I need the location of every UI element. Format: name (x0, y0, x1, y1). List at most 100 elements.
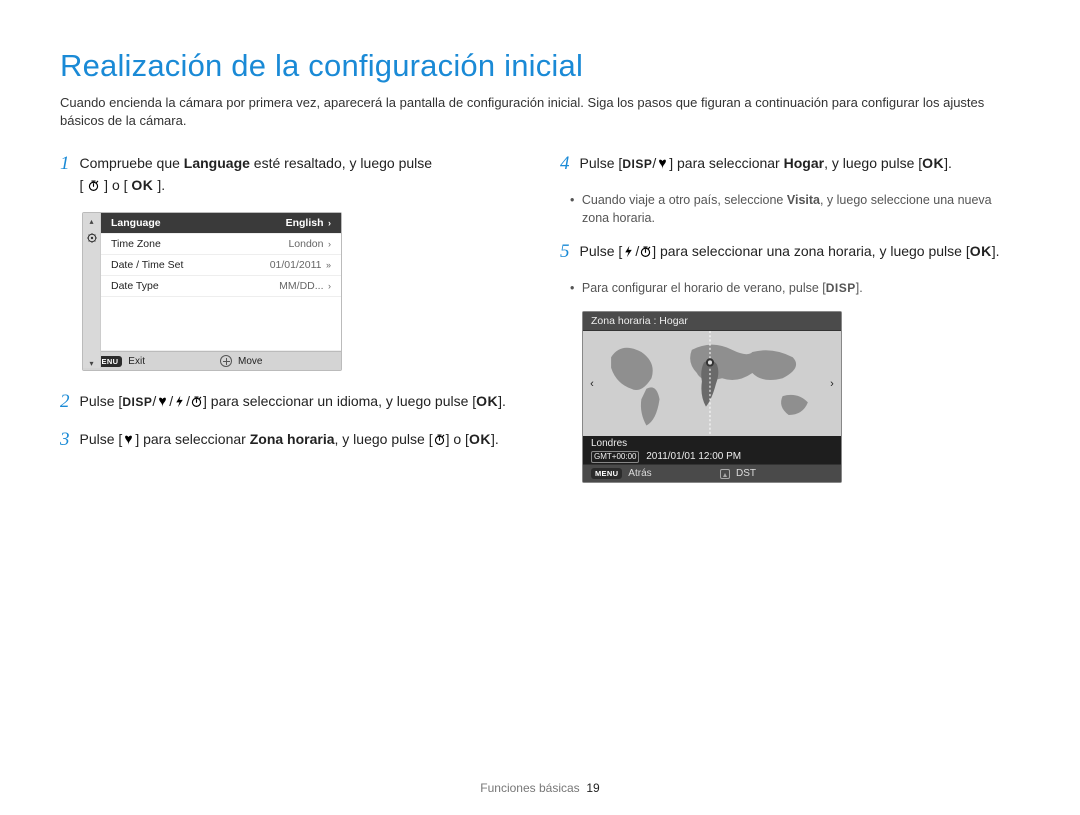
camera-timezone-screenshot: Zona horaria : Hogar ‹ (582, 311, 842, 483)
map-title: Zona horaria : Hogar (583, 312, 841, 331)
text: ]. (992, 243, 1000, 259)
chevron-right-icon: › (326, 281, 332, 291)
step-5: 5 Pulse [/] para seleccionar una zona ho… (560, 241, 1020, 263)
text: [ (80, 177, 84, 193)
footer-move-label: Move (238, 356, 262, 367)
map-footer-back: MENU Atrás (583, 465, 712, 482)
map-next-arrow: › (823, 378, 841, 390)
step-2: 2 Pulse [DISP///] para seleccionar un id… (60, 391, 520, 413)
text: ]. (944, 155, 952, 171)
text: Pulse [ (80, 431, 123, 447)
map-footer-dst-label: DST (736, 468, 756, 479)
ok-key: OK (970, 243, 992, 259)
map-footer-back-label: Atrás (628, 468, 651, 479)
footer-move: Move (212, 352, 341, 370)
flash-icon (173, 393, 186, 406)
settings-row-language: Language English › (101, 213, 341, 234)
text: , y luego pulse [ (335, 431, 433, 447)
step-5-note: Para configurar el horario de verano, pu… (582, 279, 1020, 297)
chevron-right-icon: » (323, 260, 331, 270)
macro-icon (156, 393, 169, 406)
step-3: 3 Pulse [ ] para seleccionar Zona horaria… (60, 429, 520, 451)
macro-icon (656, 155, 669, 168)
text: Pulse [ (80, 393, 123, 409)
ok-key: OK (131, 177, 153, 193)
text: ]. (856, 281, 863, 295)
text: Pulse [ (580, 155, 623, 171)
text: ]. (157, 177, 165, 193)
text: ] para seleccionar una zona horaria, y l… (652, 243, 970, 259)
row-label: Date Type (111, 280, 159, 292)
disp-key: DISP (122, 396, 152, 408)
arrow-up-icon (720, 469, 730, 479)
chevron-down-icon: ▾ (89, 359, 93, 368)
step-number: 3 (60, 429, 70, 451)
screenshot-sidebar: ▴ ▾ (83, 213, 101, 368)
timer-icon (190, 393, 203, 406)
text: ] para seleccionar (135, 431, 249, 447)
intro-text: Cuando encienda la cámara por primera ve… (60, 94, 1020, 129)
step-number: 1 (60, 153, 70, 196)
text: ] para seleccionar un idioma, y luego pu… (203, 393, 476, 409)
bold-language: Language (184, 155, 250, 171)
gear-icon (86, 232, 98, 244)
map-datetime: 2011/01/01 12:00 PM (646, 451, 741, 462)
bold-hogar: Hogar (784, 155, 824, 171)
left-column: 1 Compruebe que Language esté resaltado,… (60, 153, 520, 501)
row-label: Time Zone (111, 238, 161, 250)
page-footer: Funciones básicas 19 (0, 781, 1080, 795)
settings-row-datetype: Date Type MM/DD... › (101, 276, 341, 297)
ok-key: OK (469, 431, 491, 447)
row-value: English (286, 217, 324, 229)
map-gmt-tag: GMT+00:00 (591, 451, 639, 463)
step-number: 5 (560, 241, 570, 263)
map-city: Londres (591, 438, 833, 451)
text: ] para seleccionar (669, 155, 783, 171)
step-number: 2 (60, 391, 70, 413)
footer-section-label: Funciones básicas (480, 781, 579, 795)
settings-row-datetime: Date / Time Set 01/01/2011 » (101, 255, 341, 276)
disp-key: DISP (622, 158, 652, 170)
text: esté resaltado, y luego pulse (250, 155, 432, 171)
step-number: 4 (560, 153, 570, 175)
text: ] o [ (446, 431, 469, 447)
macro-icon (122, 431, 135, 444)
step-4-note: Cuando viaje a otro país, seleccione Vis… (582, 191, 1020, 227)
flash-icon (622, 243, 635, 256)
bold-zonahoraria: Zona horaria (250, 431, 335, 447)
chevron-up-icon: ▴ (89, 217, 93, 226)
step-1: 1 Compruebe que Language esté resaltado,… (60, 153, 520, 196)
row-value: London (288, 238, 323, 250)
disp-key: DISP (826, 282, 856, 294)
bold-visita: Visita (787, 193, 820, 207)
ok-key: OK (476, 393, 498, 409)
row-value: MM/DD... (279, 280, 323, 292)
ok-key: OK (922, 155, 944, 171)
camera-settings-screenshot: ▴ ▾ Language English › Time Zone London … (82, 212, 342, 371)
chevron-right-icon: › (326, 239, 332, 249)
settings-row-timezone: Time Zone London › (101, 234, 341, 255)
text: Cuando viaje a otro país, seleccione (582, 193, 787, 207)
text: Para configurar el horario de verano, pu… (582, 281, 826, 295)
text: ]. (498, 393, 506, 409)
timer-icon (433, 431, 446, 444)
map-meta: Londres GMT+00:00 2011/01/01 12:00 PM (583, 436, 841, 464)
text: ] o [ (104, 177, 127, 193)
map-footer-dst: DST (712, 465, 841, 482)
text: Compruebe que (80, 155, 184, 171)
footer-exit: MENU Exit (83, 352, 212, 370)
row-label: Language (111, 217, 161, 229)
text: , y luego pulse [ (824, 155, 922, 171)
step-4: 4 Pulse [DISP/] para seleccionar Hogar, … (560, 153, 1020, 175)
row-value: 01/01/2011 (270, 259, 322, 271)
right-column: 4 Pulse [DISP/] para seleccionar Hogar, … (560, 153, 1020, 501)
timer-icon (87, 177, 100, 190)
text: Pulse [ (580, 243, 623, 259)
map-prev-arrow: ‹ (583, 378, 601, 390)
page-number: 19 (586, 781, 599, 795)
page-title: Realización de la configuración inicial (60, 48, 1020, 84)
footer-exit-label: Exit (128, 356, 145, 367)
row-label: Date / Time Set (111, 259, 183, 271)
chevron-right-icon: › (326, 218, 332, 228)
timer-icon (639, 243, 652, 256)
